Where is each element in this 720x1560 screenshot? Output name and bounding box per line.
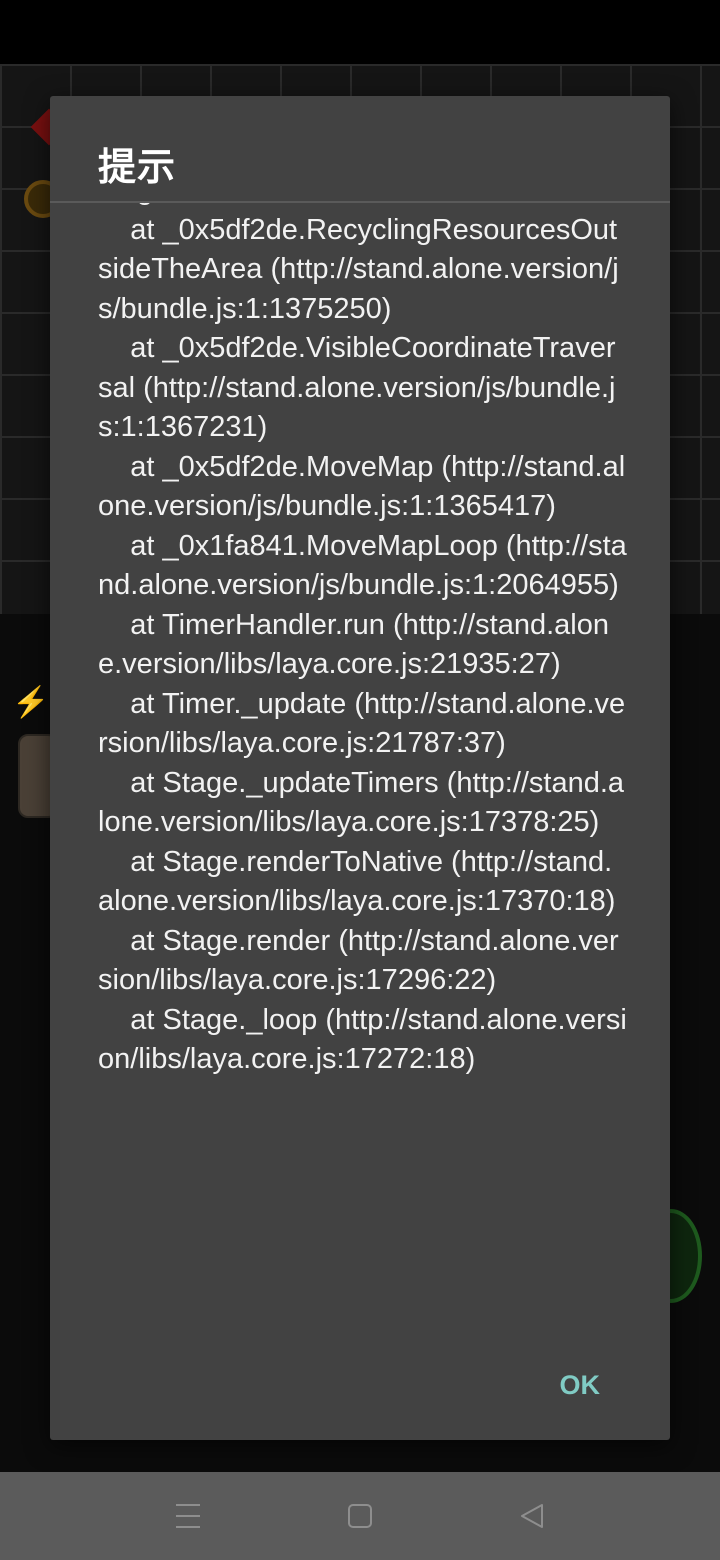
navigation-bar [0,1472,720,1560]
message-scroll-area[interactable]: length of undefined at _0x5df2de.Recycli… [98,203,628,1333]
back-icon[interactable] [512,1496,552,1536]
error-message-text: length of undefined at _0x5df2de.Recycli… [98,203,627,1075]
status-bar [0,0,720,64]
dialog-title: 提示 [98,147,177,189]
lightning-icon: ⚡ [12,686,50,719]
home-icon[interactable] [340,1496,380,1536]
menu-icon[interactable] [168,1496,208,1536]
ok-button[interactable]: OK [558,1366,603,1405]
alert-dialog: 提示 length of undefined at _0x5df2de.Recy… [50,96,670,1440]
